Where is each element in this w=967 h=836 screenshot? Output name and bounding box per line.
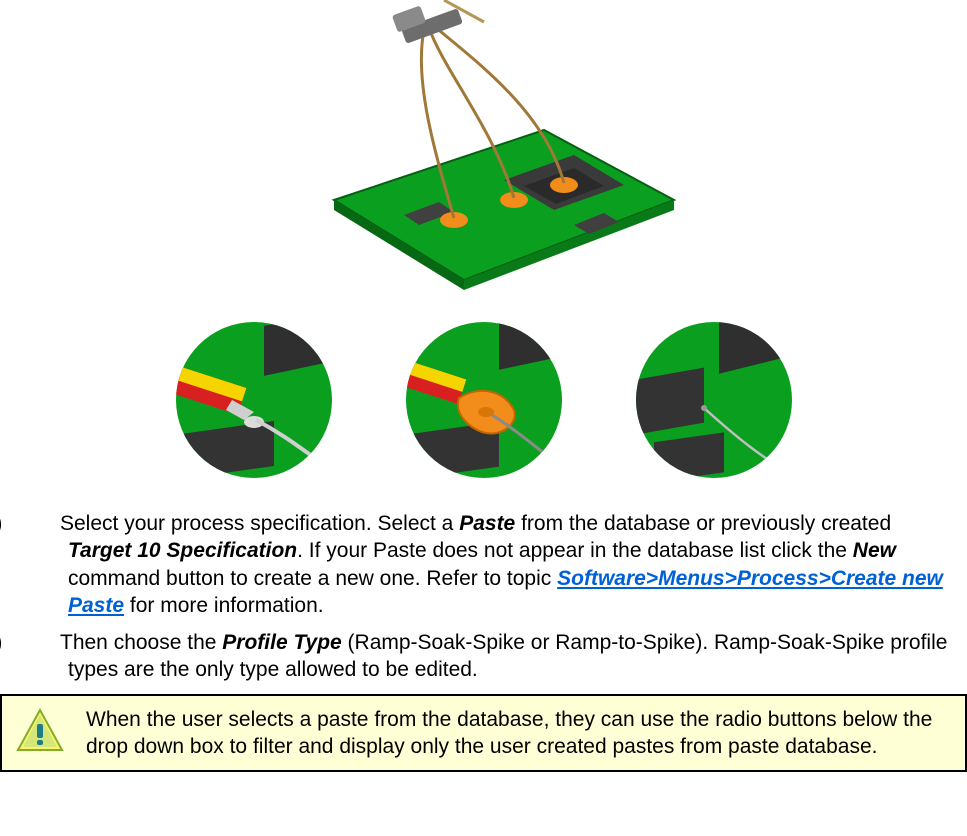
step-17-number: 17)	[20, 629, 60, 656]
emphasis-paste: Paste	[459, 512, 515, 535]
step-16-number: 16)	[20, 510, 60, 537]
detail-illustrations-row	[0, 320, 967, 480]
emphasis-target-spec: Target 10 Specification	[68, 539, 297, 562]
step-17-text-a: Then choose the	[60, 631, 222, 654]
step-16-text-b: from the database or previously created	[515, 512, 891, 535]
step-16-text-e: for more information.	[124, 594, 324, 617]
note-callout: When the user selects a paste from the d…	[0, 694, 967, 773]
step-16-text-a: Select your process specification. Selec…	[60, 512, 459, 535]
step-16-text-d: command button to create a new one. Refe…	[68, 567, 557, 590]
note-warning-icon	[14, 706, 66, 758]
emphasis-new: New	[853, 539, 896, 562]
detail-illustration-1	[174, 320, 334, 480]
step-16: 16)Select your process specification. Se…	[68, 510, 957, 619]
note-text: When the user selects a paste from the d…	[86, 706, 953, 761]
step-16-text-c: . If your Paste does not appear in the d…	[297, 539, 853, 562]
pcb-thermocouple-illustration	[244, 0, 724, 300]
detail-illustration-3	[634, 320, 794, 480]
detail-illustration-2	[404, 320, 564, 480]
emphasis-profile-type: Profile Type	[222, 631, 341, 654]
step-17: 17)Then choose the Profile Type (Ramp-So…	[68, 629, 957, 684]
